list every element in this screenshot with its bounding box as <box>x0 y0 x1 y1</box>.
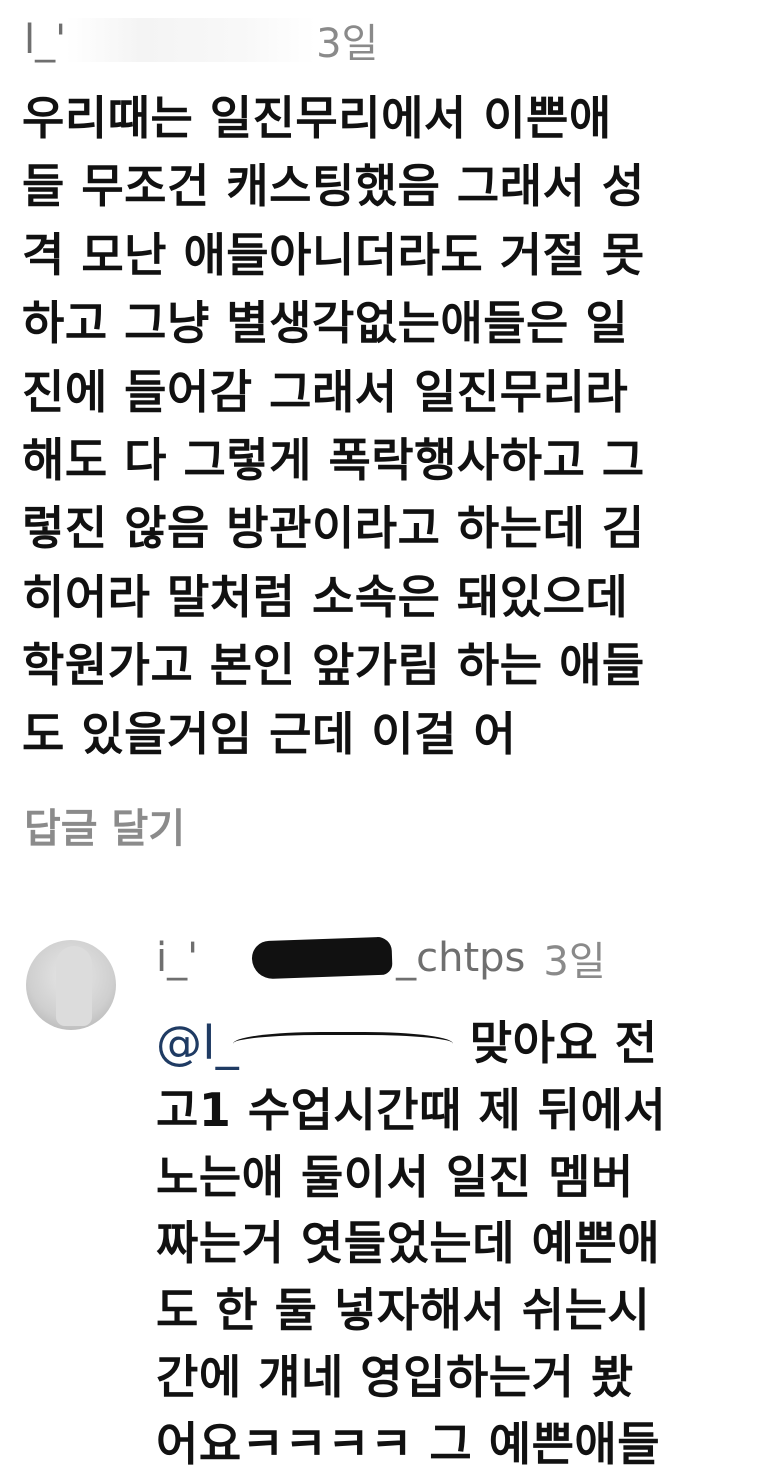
avatar[interactable] <box>26 940 116 1030</box>
comment-line: 우리때는 일진무리에서 이쁜애 <box>22 91 612 145</box>
reply-line: 맞아요 전 <box>469 1016 658 1070</box>
comment-meta: l_' 3일 <box>24 12 378 68</box>
reply-line: 짜는거 엿들었는데 예쁜애 <box>156 1216 661 1271</box>
comment-line: 학원가고 본인 앞가림 하는 애들 <box>22 638 645 693</box>
reply-username[interactable]: i_' <box>156 935 198 981</box>
comment-line: 격 모난 애들아니더라도 거절 못 <box>22 227 645 282</box>
comment-line: 해도 다 그렇게 폭락행사하고 그 <box>22 433 645 488</box>
mention-link[interactable]: @l_ <box>156 1016 239 1070</box>
reply-username-suffix[interactable]: _chtps <box>396 935 525 981</box>
reply-body: @l_ 맞아요 전 고1 수업시간때 제 뒤에서 노는애 둘이서 일진 멤버 짜… <box>156 1010 756 1478</box>
blurred-username <box>66 18 317 62</box>
mention-redaction <box>233 1032 454 1061</box>
comment-time: 3일 <box>316 21 379 67</box>
avatar-figure <box>56 946 92 1026</box>
comment-body: 우리때는 일진무리에서 이쁜애 들 무조건 캐스팅했음 그래서 성 격 모난 애… <box>22 84 752 768</box>
reply-line: 어요ㅋㅋㅋㅋ 그 예쁜애들 <box>156 1416 661 1471</box>
reply-line: 간에 걔네 영입하는거 봤 <box>156 1349 634 1404</box>
comment-line: 하고 그냥 별생각없는애들은 일 <box>22 296 629 351</box>
comment-line: 렇진 않음 방관이라고 하는데 김 <box>22 501 645 556</box>
reply-line: 도 한 둘 넣자해서 쉬는시 <box>156 1283 651 1338</box>
comment-line: 도 있을거임 근데 이걸 어 <box>22 706 517 761</box>
redaction-scribble <box>251 936 393 980</box>
comment-username[interactable]: l_' <box>24 17 66 63</box>
reply-line: 고1 수업시간때 제 뒤에서 <box>156 1082 667 1137</box>
comment-line: 들 무조건 캐스팅했음 그래서 성 <box>22 159 645 214</box>
reply-line: 노는애 둘이서 일진 멤버 <box>156 1149 634 1204</box>
comment-line: 진에 들어감 그래서 일진무리라 <box>22 364 629 419</box>
reply-button[interactable]: 답글 달기 <box>24 796 185 854</box>
reply-time: 3일 <box>543 939 606 985</box>
comment-line: 히어라 말처럼 소속은 돼있으데 <box>22 569 629 624</box>
reply-first-line: @l_ 맞아요 전 <box>156 1010 756 1077</box>
reply-meta: i_' _chtps 3일 <box>156 928 606 988</box>
